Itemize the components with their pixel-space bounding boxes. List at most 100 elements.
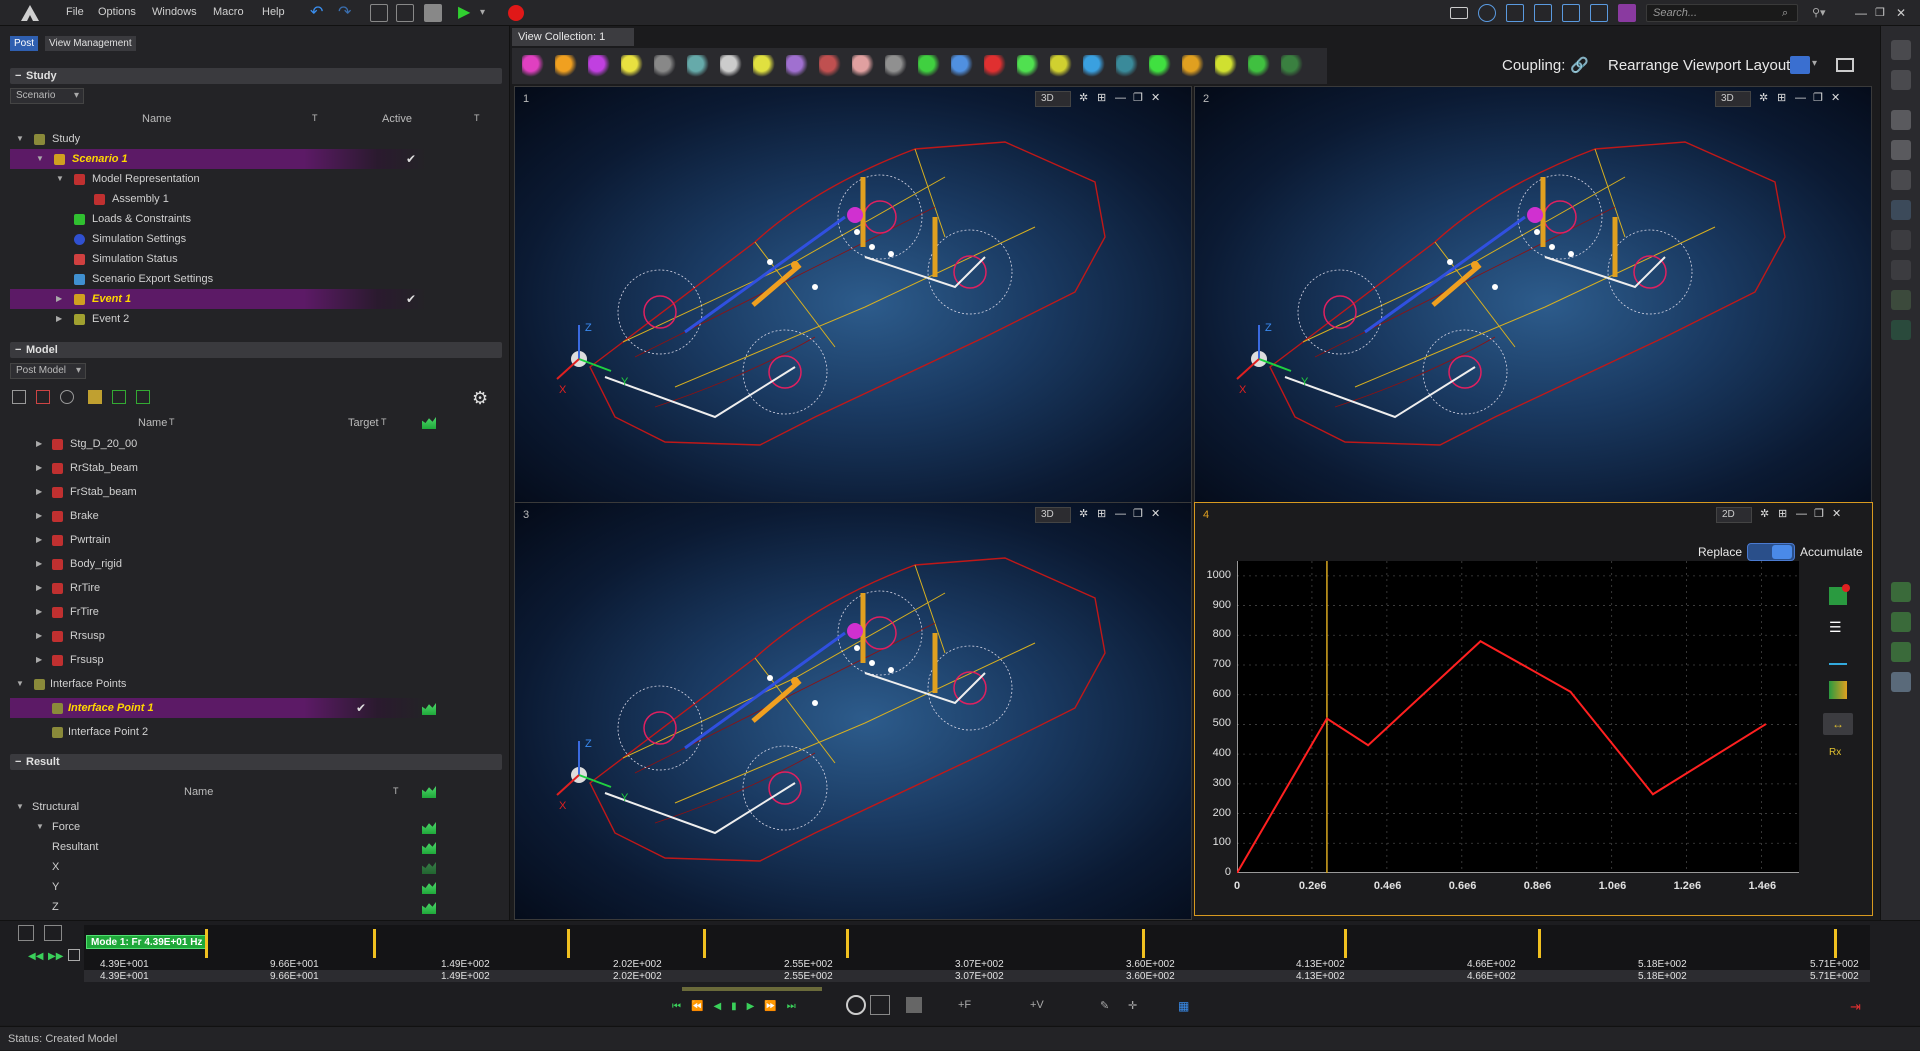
- viewport-1[interactable]: 1 3D ✲ ⊞ — ❐ ✕ ZYX: [514, 86, 1192, 504]
- pin-icon[interactable]: ⊞: [1778, 509, 1788, 520]
- viewport-tool-19-icon[interactable]: [1116, 55, 1138, 77]
- tab-view-management[interactable]: View Management: [45, 36, 136, 51]
- tree-assembly-1[interactable]: Assembly 1: [10, 189, 500, 209]
- tool-e-icon[interactable]: [1618, 4, 1636, 22]
- model-tool-4-icon[interactable]: [88, 390, 102, 404]
- single-view-icon[interactable]: [1836, 58, 1854, 72]
- viewport-tool-8-icon[interactable]: [753, 55, 775, 77]
- car-model[interactable]: Z Y X: [1195, 87, 1872, 504]
- camera-icon[interactable]: [906, 997, 922, 1013]
- viewport-tool-4-icon[interactable]: [621, 55, 643, 77]
- rx-icon[interactable]: Rx: [1829, 747, 1841, 758]
- tree-model-item[interactable]: ▶ Stg_D_20_00: [10, 434, 500, 454]
- study-col-name[interactable]: Name: [142, 113, 171, 125]
- side-tool-4-icon[interactable]: [1891, 140, 1911, 160]
- tree-scenario-export-settings[interactable]: Scenario Export Settings: [10, 269, 500, 289]
- tool-a-icon[interactable]: [1506, 4, 1524, 22]
- run-icon[interactable]: ▶: [458, 4, 476, 22]
- search-icon[interactable]: ⌕: [1782, 4, 1800, 22]
- table-icon[interactable]: ▦: [1178, 999, 1189, 1013]
- viewport-tool-15-icon[interactable]: [984, 55, 1006, 77]
- info-icon[interactable]: [1478, 4, 1496, 22]
- link-icon[interactable]: 🔗: [1570, 56, 1589, 74]
- move-icon[interactable]: ✛: [1128, 999, 1137, 1012]
- settings-icon[interactable]: ✲: [1760, 509, 1770, 520]
- side-tool-13-icon[interactable]: [1891, 642, 1911, 662]
- clock-icon[interactable]: [68, 949, 80, 961]
- force-vector-icon[interactable]: +F: [958, 999, 971, 1011]
- stop-icon[interactable]: [508, 5, 524, 21]
- study-section-header[interactable]: Study: [10, 68, 502, 84]
- undo-icon[interactable]: ↶: [310, 4, 328, 22]
- next-mode-icon[interactable]: ▶▶: [48, 951, 63, 962]
- scenario-active-check[interactable]: ✔: [406, 149, 416, 169]
- tree-model-item[interactable]: ▶ Brake: [10, 506, 500, 526]
- layout-dropdown-icon[interactable]: ▾: [1812, 58, 1817, 69]
- model-col-name[interactable]: Name: [138, 417, 167, 429]
- chart-toggle-icon[interactable]: [422, 902, 436, 914]
- help-search-icon[interactable]: ⚲▾: [1812, 4, 1830, 22]
- viewport-tool-21-icon[interactable]: [1182, 55, 1204, 77]
- exit-animation-icon[interactable]: ⇥: [1850, 999, 1861, 1015]
- viewport-tool-2-icon[interactable]: [555, 55, 577, 77]
- viewport-tool-23-icon[interactable]: [1248, 55, 1270, 77]
- tree-scenario-1[interactable]: ▼ Scenario 1 ✔: [10, 149, 500, 169]
- viewport-tool-13-icon[interactable]: [918, 55, 940, 77]
- model-tool-6-icon[interactable]: [136, 390, 150, 404]
- plot-area[interactable]: [1236, 561, 1799, 874]
- frames-icon[interactable]: [18, 925, 34, 941]
- tool-b-icon[interactable]: [1534, 4, 1552, 22]
- menu-help[interactable]: Help: [262, 6, 285, 18]
- viewport-tool-24-icon[interactable]: [1281, 55, 1303, 77]
- search-input[interactable]: Search...: [1646, 4, 1798, 22]
- result-section-header[interactable]: Result: [10, 754, 502, 770]
- tree-event-1[interactable]: ▶ Event 1 ✔: [10, 289, 500, 309]
- open-icon[interactable]: [370, 4, 388, 22]
- tool-c-icon[interactable]: [1562, 4, 1580, 22]
- mode-badge[interactable]: Mode 1: Fr 4.39E+01 Hz: [86, 935, 208, 949]
- viewport-4-plot[interactable]: 4 2D ✲ ⊞ — ❐ ✕ Replace Accumulate ☰ ↔ Rx…: [1194, 502, 1873, 916]
- side-tool-11-icon[interactable]: [1891, 582, 1911, 602]
- list-icon[interactable]: ☰: [1829, 619, 1842, 636]
- car-model[interactable]: Z Y X: [515, 87, 1192, 504]
- menu-options[interactable]: Options: [98, 6, 136, 18]
- prev-mode-icon[interactable]: ◀◀: [28, 951, 43, 962]
- model-name-filter-icon[interactable]: T: [169, 417, 175, 427]
- export-icon[interactable]: [396, 4, 414, 22]
- active-filter-icon[interactable]: T: [474, 113, 480, 123]
- tree-loads-constraints[interactable]: Loads & Constraints: [10, 209, 500, 229]
- chart-toggle-icon[interactable]: [422, 862, 436, 874]
- chart-toggle-icon[interactable]: [422, 703, 436, 715]
- tree-force[interactable]: ▼ Force: [10, 817, 500, 837]
- tree-model-item[interactable]: ▶ FrStab_beam: [10, 482, 500, 502]
- tree-model-representation[interactable]: ▼ Model Representation: [10, 169, 500, 189]
- modes-icon[interactable]: [44, 925, 62, 941]
- side-tool-7-icon[interactable]: [1891, 230, 1911, 250]
- viewport-tool-12-icon[interactable]: [885, 55, 907, 77]
- bounce-icon[interactable]: [870, 995, 890, 1015]
- delete-curve-icon[interactable]: [1829, 584, 1850, 605]
- model-col-target[interactable]: Target: [348, 417, 379, 429]
- tree-model-item[interactable]: ▶ Rrsusp: [10, 626, 500, 646]
- save-icon[interactable]: [424, 4, 442, 22]
- viewport-tool-3-icon[interactable]: [588, 55, 610, 77]
- chart-toggle-icon[interactable]: [422, 882, 436, 894]
- tree-model-item[interactable]: ▶ Pwrtrain: [10, 530, 500, 550]
- model-tool-5-icon[interactable]: [112, 390, 126, 404]
- viewport-tool-11-icon[interactable]: [852, 55, 874, 77]
- scenario-combo[interactable]: Scenario: [10, 88, 84, 104]
- playback-controls[interactable]: ⏮⏪◀▮▶⏩⏭: [672, 1001, 806, 1012]
- tree-interface-points[interactable]: ▼ Interface Points: [10, 674, 500, 694]
- bar-chart-icon[interactable]: [1829, 681, 1847, 699]
- result-filter-icon[interactable]: T: [393, 786, 399, 796]
- tool-d-icon[interactable]: [1590, 4, 1608, 22]
- chart-toggle-icon[interactable]: [422, 822, 436, 834]
- post-model-combo[interactable]: Post Model: [10, 363, 86, 379]
- viewport-tool-16-icon[interactable]: [1017, 55, 1039, 77]
- side-tool-2-icon[interactable]: [1891, 70, 1911, 90]
- tree-simulation-settings[interactable]: Simulation Settings: [10, 229, 500, 249]
- tree-simulation-status[interactable]: Simulation Status: [10, 249, 500, 269]
- menu-windows[interactable]: Windows: [152, 6, 197, 18]
- side-tool-12-icon[interactable]: [1891, 612, 1911, 632]
- viewport-3[interactable]: 3 3D ✲ ⊞ — ❐ ✕ ZYX: [514, 502, 1192, 920]
